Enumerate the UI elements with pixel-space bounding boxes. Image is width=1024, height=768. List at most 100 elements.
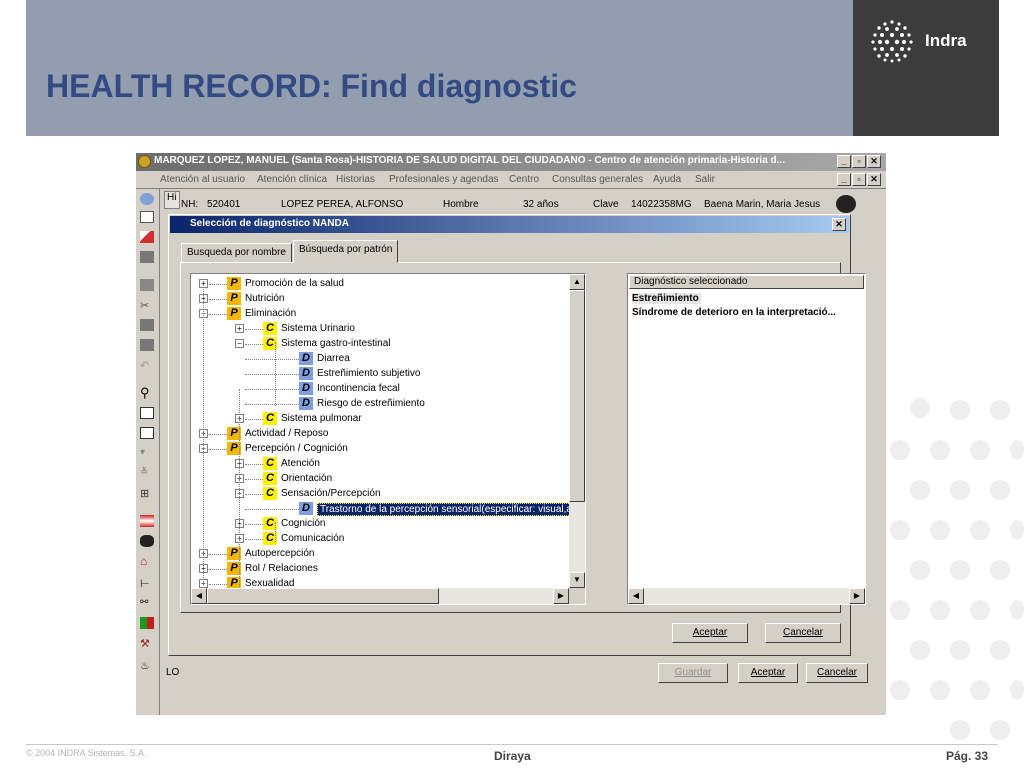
mdi-close-icon[interactable]: ✕ <box>867 173 881 186</box>
tree-node-class[interactable]: + C Orientación <box>191 472 567 487</box>
tree-node-class[interactable]: − C Sistema gastro-intestinal <box>191 337 567 352</box>
mdi-minimize-icon[interactable]: _ <box>837 173 851 186</box>
brand-name: Indra <box>925 31 967 50</box>
selected-list-header: Diagnóstico seleccionado <box>629 275 864 289</box>
scroll-up-icon[interactable]: ▲ <box>569 274 585 290</box>
menu-historias[interactable]: Historias <box>336 174 375 185</box>
card-icon[interactable] <box>140 515 154 527</box>
network-icon[interactable]: ⚯ <box>140 597 154 609</box>
sort-icon[interactable]: ≚ <box>140 467 154 479</box>
tools-icon[interactable]: ⚒ <box>140 637 154 650</box>
tree-node-diagnosis[interactable]: D Estreñimiento subjetivo <box>191 367 567 382</box>
menu-centro[interactable]: Centro <box>509 174 539 185</box>
tree-node-pattern[interactable]: − P Eliminación <box>191 307 567 322</box>
tab-busqueda-patron[interactable]: Búsqueda por patrón <box>293 240 399 263</box>
tree-node-diagnosis[interactable]: D Trastorno de la percepción sensorial(es… <box>191 502 581 517</box>
menu-ayuda[interactable]: Ayuda <box>653 174 681 185</box>
tree-node-pattern[interactable]: + P Autopercepción <box>191 547 567 562</box>
scroll-down-icon[interactable]: ▼ <box>569 572 585 588</box>
tree-node-label: Orientación <box>281 473 333 484</box>
tree-horizontal-scrollbar[interactable]: ◀ ▶ <box>191 588 569 604</box>
pencil-icon[interactable] <box>140 231 154 243</box>
tree-node-pattern[interactable]: + P Actividad / Reposo <box>191 427 567 442</box>
mdi-maximize-icon[interactable]: ▫ <box>852 173 866 186</box>
decorative-dot <box>950 480 970 500</box>
menu-atencion-clinica[interactable]: Atención clínica <box>257 174 327 185</box>
tree-connector <box>209 434 227 435</box>
document-icon[interactable] <box>140 407 154 419</box>
main-cancelar-button[interactable]: Cancelar <box>806 663 868 683</box>
tree-vertical-scrollbar[interactable]: ▲ ▼ <box>569 274 585 588</box>
selected-item[interactable]: Estreñimiento <box>632 293 701 304</box>
copy-icon[interactable] <box>140 251 154 263</box>
tree-node-pattern[interactable]: − P Percepción / Cognición <box>191 442 567 457</box>
type-c-icon: C <box>263 472 277 485</box>
stop-icon[interactable] <box>140 279 154 291</box>
decorative-dot <box>910 640 930 660</box>
scroll-left-icon[interactable]: ◀ <box>191 588 207 604</box>
main-cancelar-label: Cancelar <box>816 667 858 678</box>
main-aceptar-button[interactable]: Aceptar <box>738 663 798 683</box>
patient-photo-icon[interactable] <box>836 195 856 213</box>
minimize-icon[interactable]: _ <box>837 155 851 168</box>
person-icon[interactable] <box>140 535 154 547</box>
list-scroll-right-icon[interactable]: ▶ <box>849 588 865 604</box>
tree-node-class[interactable]: + C Sistema pulmonar <box>191 412 567 427</box>
menu-consultas-generales[interactable]: Consultas generales <box>552 174 643 185</box>
list-horizontal-scrollbar[interactable]: ◀ ▶ <box>628 588 865 604</box>
undo-icon[interactable]: ↶ <box>140 359 154 372</box>
dialog-close-icon[interactable]: ✕ <box>832 218 846 231</box>
clipboard-icon[interactable] <box>140 211 154 223</box>
tree-node-class[interactable]: + C Cognición <box>191 517 567 532</box>
tree-node-label: Rol / Relaciones <box>245 563 318 574</box>
window-title: MARQUEZ LOPEZ, MANUEL (Santa Rosa)-HISTO… <box>154 155 785 166</box>
list-scroll-left-icon[interactable]: ◀ <box>628 588 644 604</box>
decorative-dot <box>970 680 990 700</box>
tree-node-class[interactable]: + C Sistema Urinario <box>191 322 567 337</box>
tree-node-class[interactable]: + C Atención <box>191 457 567 472</box>
documents-icon[interactable] <box>140 427 154 439</box>
menu-salir[interactable]: Salir <box>695 174 715 185</box>
tree-node-label: Nutrición <box>245 293 285 304</box>
tree-node-diagnosis[interactable]: D Riesgo de estreñimiento <box>191 397 567 412</box>
decorative-dot <box>910 398 930 418</box>
decorative-dot <box>950 640 970 660</box>
tree-node-diagnosis[interactable]: D Incontinencia fecal <box>191 382 567 397</box>
flag-icon[interactable] <box>140 617 154 629</box>
paste-icon[interactable] <box>140 319 154 331</box>
scissors-icon[interactable]: ✂ <box>140 299 154 312</box>
expand-icon[interactable]: + <box>235 324 244 333</box>
tree-connector <box>245 419 263 420</box>
folder-icon[interactable] <box>140 339 154 351</box>
tree-icon[interactable]: ⊞ <box>140 487 154 500</box>
scroll-right-icon[interactable]: ▶ <box>553 588 569 604</box>
close-icon[interactable]: ✕ <box>867 155 881 168</box>
tree-node-pattern[interactable]: + P Rol / Relaciones <box>191 562 567 577</box>
tree-node-class[interactable]: − C Sensación/Percepción <box>191 487 567 502</box>
tree-node-pattern[interactable]: + P Promoción de la salud <box>191 277 567 292</box>
menu-profesionales[interactable]: Profesionales y agendas <box>389 174 499 185</box>
guardar-button[interactable]: Guardar <box>658 663 728 683</box>
search-icon[interactable]: ⚲ <box>140 386 154 399</box>
bomb-icon[interactable]: ♨ <box>140 659 154 672</box>
selected-item[interactable]: Síndrome de deterioro en la interpretaci… <box>632 307 836 318</box>
bed-icon[interactable]: ⊢ <box>140 577 154 590</box>
tree-node-pattern[interactable]: + P Nutrición <box>191 292 567 307</box>
tree-connector <box>245 404 299 405</box>
globe-icon[interactable] <box>140 193 154 205</box>
tab-busqueda-nombre[interactable]: Busqueda por nombre <box>181 243 292 263</box>
menu-atencion-usuario[interactable]: Atención al usuario <box>160 174 245 185</box>
h-scroll-thumb[interactable] <box>207 588 439 604</box>
history-tab-stub[interactable]: Hi <box>164 191 180 209</box>
window-title-bar: MARQUEZ LOPEZ, MANUEL (Santa Rosa)-HISTO… <box>136 153 886 171</box>
type-c-icon: C <box>263 412 277 425</box>
maximize-icon[interactable]: ▫ <box>852 155 866 168</box>
collapse-icon[interactable]: − <box>235 339 244 348</box>
dialog-aceptar-button[interactable]: Aceptar <box>672 623 748 643</box>
tree-node-diagnosis[interactable]: D Diarrea <box>191 352 567 367</box>
arrow-down-icon[interactable]: ▾ <box>140 447 154 459</box>
scroll-thumb[interactable] <box>569 290 585 502</box>
tree-node-class[interactable]: + C Comunicación <box>191 532 567 547</box>
house-icon[interactable]: ⌂ <box>140 555 154 567</box>
dialog-cancelar-button[interactable]: Cancelar <box>765 623 841 643</box>
